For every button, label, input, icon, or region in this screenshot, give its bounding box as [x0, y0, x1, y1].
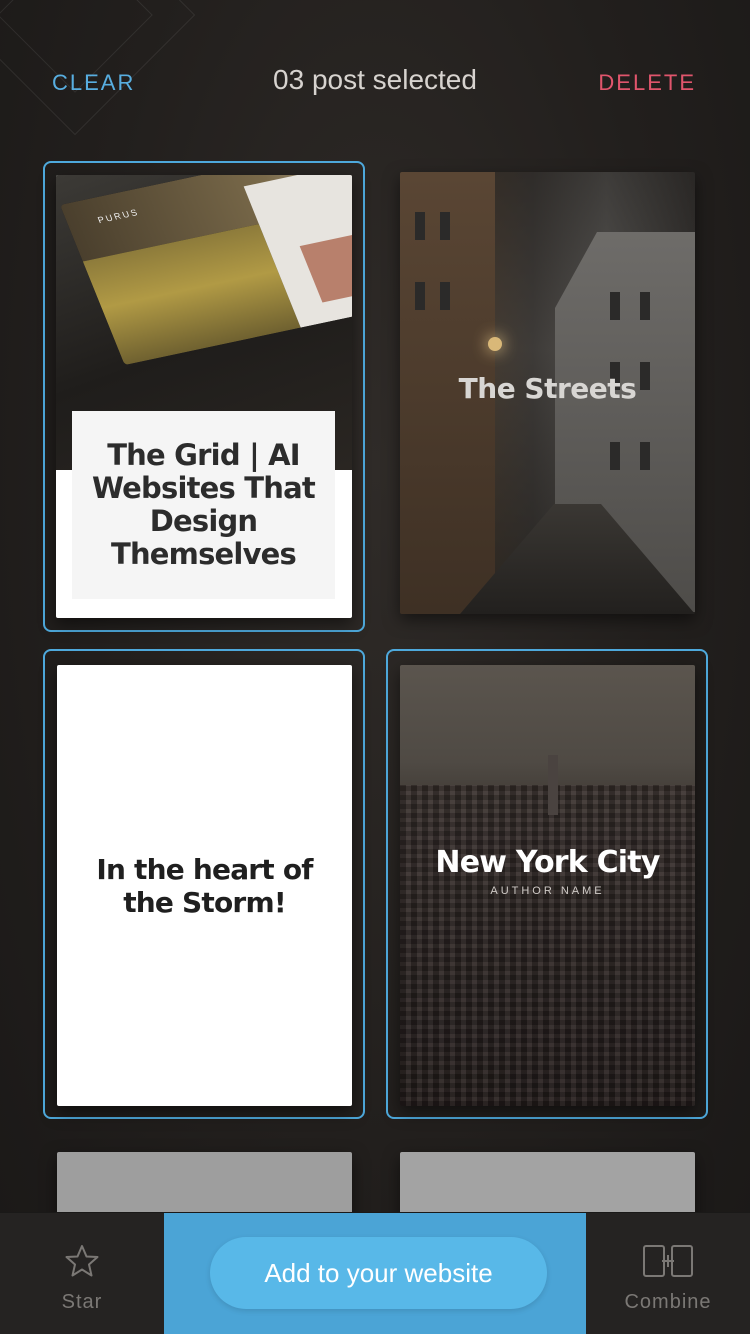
cta-area: Add to your website [164, 1213, 586, 1334]
post-card-nyc[interactable]: New York City AUTHOR NAME [400, 665, 695, 1106]
add-to-website-button[interactable]: Add to your website [210, 1237, 547, 1309]
delete-button[interactable]: DELETE [598, 70, 696, 96]
star-icon [0, 1243, 164, 1279]
bottom-action-bar: Star Add to your website Combine [0, 1212, 750, 1334]
post-title: The Streets [458, 372, 637, 405]
post-title-box: The Grid | AI Websites That Design Thems… [72, 411, 335, 599]
star-label: Star [61, 1291, 103, 1313]
post-card-streets[interactable]: The Streets [400, 172, 695, 614]
city-skyline-image [400, 785, 695, 1106]
combine-icon [586, 1243, 750, 1279]
post-title: The Grid | AI Websites That Design Thems… [92, 438, 316, 571]
combine-label: Combine [624, 1291, 712, 1313]
star-tab[interactable]: Star [0, 1213, 164, 1334]
post-card-storm[interactable]: In the heart of the Storm! [57, 665, 352, 1106]
street-lamp [488, 337, 502, 351]
combine-tab[interactable]: Combine [586, 1213, 750, 1334]
post-card-grid[interactable]: PURUS The Grid | AI Websites That Design… [56, 175, 352, 618]
top-bar: CLEAR 03 post selected DELETE [0, 0, 750, 160]
post-author: AUTHOR NAME [490, 885, 605, 897]
post-title: New York City [435, 845, 660, 880]
post-title: In the heart of the Storm! [96, 852, 313, 919]
laptop-screen-image: PURUS [60, 175, 352, 366]
skyscraper-shape [548, 755, 558, 815]
